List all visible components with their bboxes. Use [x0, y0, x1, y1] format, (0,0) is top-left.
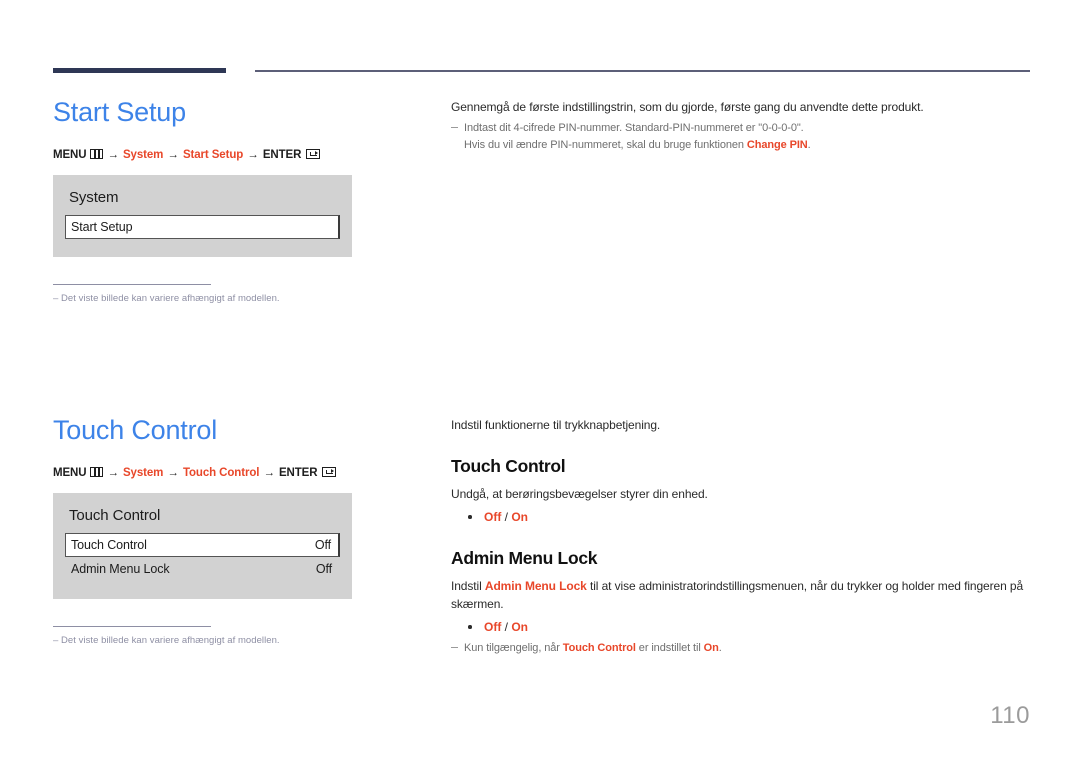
admin-menu-lock-body: Indstil Admin Menu Lock til at vise admi…	[451, 578, 1031, 613]
menu-path-touch-control: MENU → System → Touch Control → ENTER	[53, 466, 413, 479]
page-title-start-setup: Start Setup	[53, 97, 186, 127]
footnote-start-setup: – Det viste billede kan variere afhængig…	[53, 292, 280, 304]
start-setup-intro-text: Gennemgå de første indstillingstrin, som…	[451, 100, 924, 114]
osd-row-label: Admin Menu Lock	[71, 561, 170, 576]
menu-path-arrow-3: →	[263, 466, 275, 479]
osd-row-label: Touch Control	[71, 537, 147, 552]
admin-body-pre: Indstil	[451, 579, 485, 594]
enter-key-icon	[306, 148, 321, 159]
osd-row-start-setup[interactable]: Start Setup	[65, 214, 340, 239]
admin-body-accent: Admin Menu Lock	[484, 579, 587, 594]
menu-icon	[90, 148, 104, 159]
touch-control-left-column: Touch Control MENU → System → Touch Contr…	[53, 415, 413, 646]
option-on: On	[511, 620, 529, 635]
sub-heading-admin-menu-lock: Admin Menu Lock	[451, 548, 598, 569]
enter-key-icon	[322, 466, 337, 477]
menu-path-arrow-1: →	[107, 148, 119, 161]
osd-row-value: Off	[315, 561, 332, 576]
option-separator: /	[501, 510, 512, 525]
menu-path-enter: ENTER	[278, 466, 318, 479]
menu-path-arrow-2: →	[167, 466, 179, 479]
pin-note-line2-pre: Hvis du vil ændre PIN-nummeret, skal du …	[464, 138, 747, 151]
option-on: On	[511, 510, 529, 525]
start-setup-left-column: Start Setup MENU → System → Start Setup →…	[53, 97, 413, 304]
footnote-touch-control: – Det viste billede kan variere afhængig…	[53, 634, 280, 646]
header-rule-thin	[255, 70, 1030, 72]
start-setup-right-column: Gennemgå de første indstillingstrin, som…	[451, 98, 1031, 153]
osd-panel-title: System	[69, 188, 119, 206]
option-item: Off / On	[468, 618, 1031, 636]
menu-path-arrow-2: →	[167, 148, 179, 161]
osd-panel-title: Touch Control	[69, 506, 161, 524]
touch-control-body: Undgå, at berøringsbevægelser styrer din…	[451, 487, 708, 501]
footnote-rule	[53, 283, 211, 285]
menu-path-enter: ENTER	[262, 148, 302, 161]
menu-path-prefix: MENU	[53, 466, 87, 479]
pin-note-line2-post: .	[807, 138, 811, 151]
sub-heading-touch-control: Touch Control	[451, 456, 566, 476]
pin-note-change-pin: Change PIN	[746, 138, 808, 151]
menu-icon	[90, 466, 104, 477]
option-item: Off / On	[468, 508, 1031, 526]
note-accent-on: On	[703, 642, 719, 655]
admin-menu-lock-options: Off / On	[451, 618, 1031, 636]
option-off: Off	[484, 510, 502, 525]
menu-path-prefix: MENU	[53, 148, 87, 161]
page-title-touch-control: Touch Control	[53, 415, 217, 445]
touch-control-intro-text: Indstil funktionerne til trykknapbetjeni…	[451, 418, 661, 432]
menu-path-item-system: System	[122, 148, 164, 161]
note-pre: Kun tilgængelig, når	[464, 642, 563, 655]
touch-control-options: Off / On	[451, 508, 1031, 526]
page-header-rules	[0, 0, 1080, 90]
start-setup-pin-note: Indtast dit 4-cifrede PIN-nummer. Standa…	[451, 120, 1031, 153]
admin-menu-lock-availability-note: Kun tilgængelig, når Touch Control er in…	[451, 640, 1031, 657]
osd-row-value: Off	[314, 537, 331, 552]
osd-panel-touch-control: Touch Control Touch Control Off Admin Me…	[53, 492, 352, 599]
osd-row-touch-control[interactable]: Touch Control Off	[65, 532, 340, 557]
page-number: 110	[990, 702, 1030, 729]
osd-row-admin-menu-lock[interactable]: Admin Menu Lock Off	[65, 557, 340, 581]
menu-path-item-start-setup: Start Setup	[182, 148, 244, 161]
note-post: .	[718, 642, 722, 655]
note-mid: er indstillet til	[635, 642, 704, 655]
pin-note-line1: Indtast dit 4-cifrede PIN-nummer. Standa…	[464, 122, 804, 134]
osd-panel-system: System Start Setup	[53, 174, 352, 257]
note-accent-touch-control: Touch Control	[562, 642, 636, 655]
menu-path-arrow-1: →	[107, 466, 119, 479]
header-rule-thick	[53, 68, 226, 73]
menu-path-arrow-3: →	[247, 148, 259, 161]
menu-path-item-touch-control: Touch Control	[182, 466, 260, 479]
option-separator: /	[501, 620, 512, 635]
menu-path-start-setup: MENU → System → Start Setup → ENTER	[53, 148, 413, 161]
touch-control-right-column: Indstil funktionerne til trykknapbetjeni…	[451, 416, 1031, 657]
option-off: Off	[484, 620, 502, 635]
menu-path-item-system: System	[122, 466, 164, 479]
osd-row-label: Start Setup	[71, 219, 133, 234]
footnote-rule	[53, 625, 211, 627]
